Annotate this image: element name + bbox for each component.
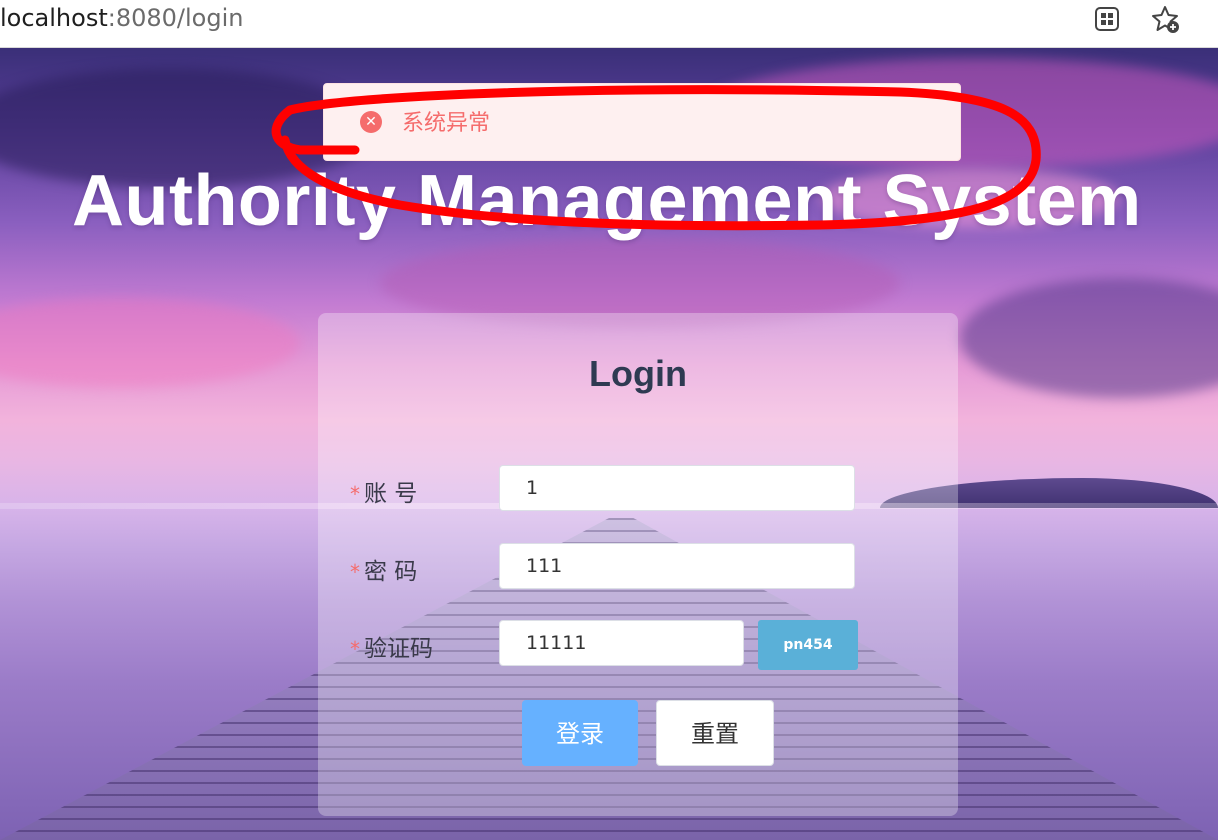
captcha-label: * 验证码: [350, 629, 433, 663]
login-panel: Login *账 号 *密 码 *验证码 pn454 登录 重置: [318, 313, 958, 816]
url-path: :8080/login: [107, 4, 244, 32]
account-label: * 账 号: [350, 474, 417, 508]
login-button[interactable]: 登录: [522, 700, 638, 766]
captcha-label-text: 验证码: [364, 636, 433, 662]
account-label-text: 账 号: [364, 481, 418, 507]
page-title: Authority Management System: [72, 161, 1142, 241]
reset-button[interactable]: 重置: [656, 700, 774, 766]
error-alert: ✕ 系统异常: [323, 83, 961, 161]
alert-message: 系统异常: [402, 111, 491, 136]
password-label: * 密 码: [350, 552, 417, 586]
browser-address-bar: localhost:8080/login: [0, 0, 1218, 48]
login-title: Login: [589, 353, 687, 394]
captcha-input[interactable]: [499, 620, 744, 666]
required-mark: *: [350, 482, 360, 506]
password-input[interactable]: [499, 543, 855, 589]
url-field[interactable]: localhost:8080/login: [0, 4, 243, 32]
account-input[interactable]: [499, 465, 855, 511]
captcha-image[interactable]: pn454: [758, 620, 858, 670]
url-host: localhost: [0, 4, 108, 32]
add-favorite-icon[interactable]: [1150, 4, 1180, 34]
password-label-text: 密 码: [364, 559, 418, 585]
apps-icon[interactable]: [1092, 4, 1122, 34]
required-mark: *: [350, 637, 360, 661]
error-circle-icon[interactable]: ✕: [360, 111, 382, 133]
required-mark: *: [350, 560, 360, 584]
